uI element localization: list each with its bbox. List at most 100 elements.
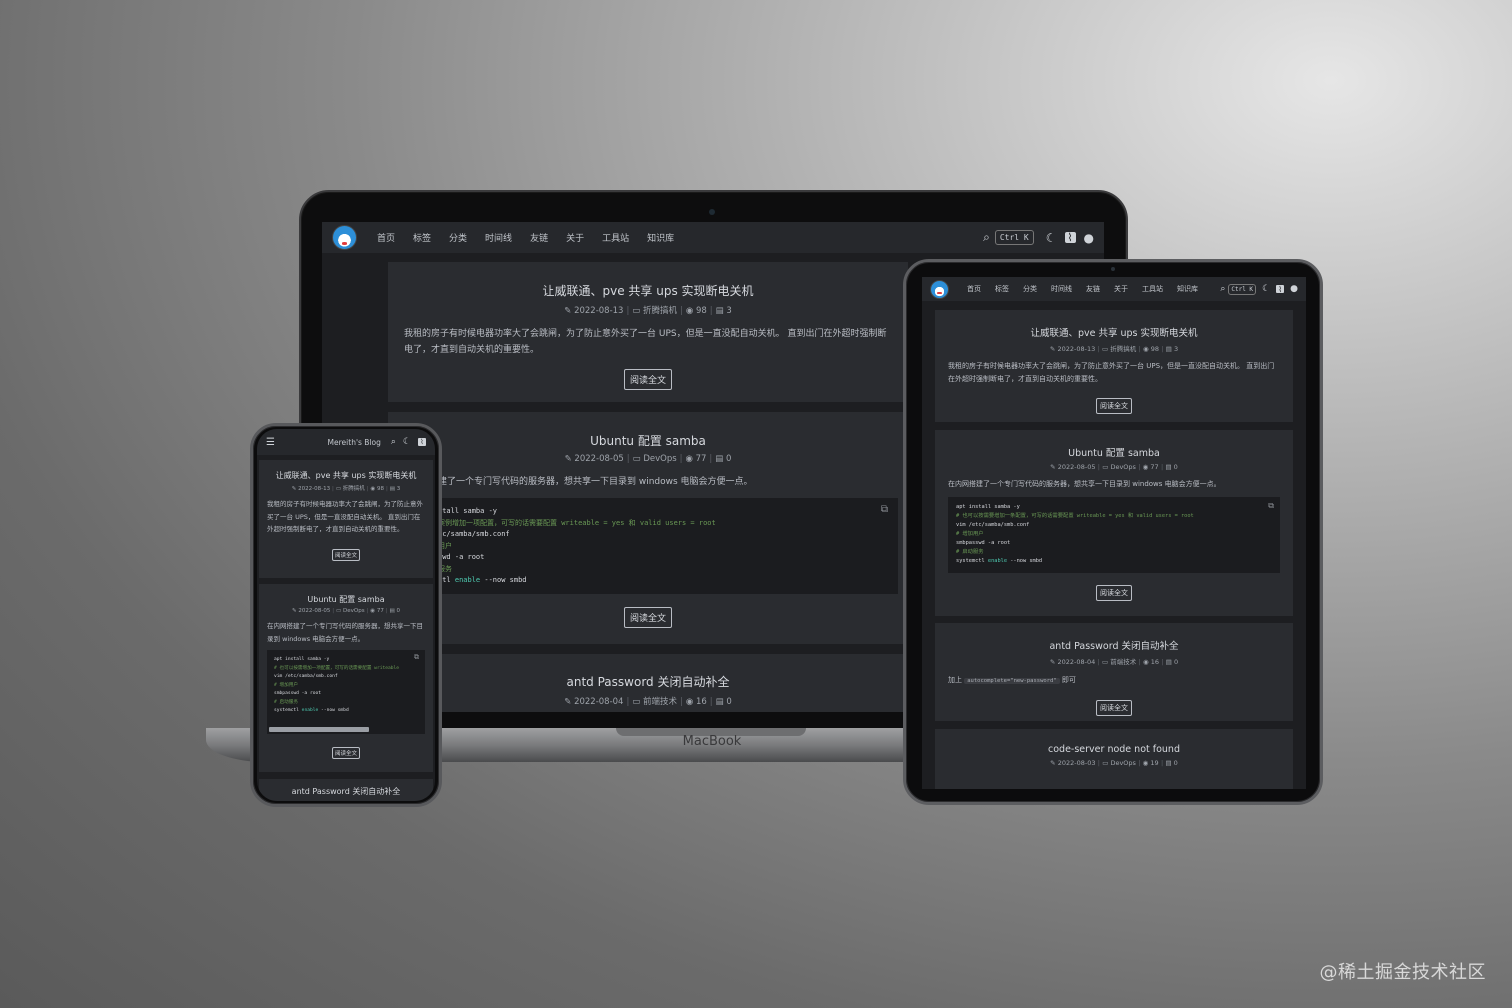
search-icon[interactable]: ⌕ [1220,284,1225,294]
post-category[interactable]: DevOps [1110,759,1135,767]
search-icon[interactable]: ⌕ [983,230,990,245]
edit-icon: ✎ [1050,759,1056,767]
code-scrollbar[interactable] [269,727,369,732]
post-meta: ✎ 2022-08-05 | ▭ DevOps | ◉ 77 | ▤ 0 [564,454,732,464]
watermark: @稀土掘金技术社区 [1319,962,1486,983]
code-comment: 用户 [438,541,452,550]
post-meta: ✎ 2022-08-13 | ▭ 折腾搞机 | ◉ 98 | ▤ 3 [1049,345,1179,353]
nav-tools[interactable]: 工具站 [1142,284,1163,294]
nav-wiki[interactable]: 知识库 [1177,284,1198,294]
nav-friends[interactable]: 友链 [530,231,548,244]
post-card: antd Password 关闭自动补全 [259,779,433,801]
rss-icon[interactable]: ⌇ [418,438,426,446]
post-category[interactable]: 折腾搞机 [643,306,677,316]
folder-icon: ▭ [632,697,641,707]
post-date: 2022-08-13 [574,306,624,316]
post-meta: ✎ 2022-08-04 | ▭ 前端技术 | ◉ 16 | ▤ 0 [1049,658,1179,666]
post-title[interactable]: code-server node not found [935,744,1293,755]
copy-icon[interactable]: ⧉ [881,504,888,516]
nav-categories[interactable]: 分类 [449,231,467,244]
post-category[interactable]: DevOps [643,454,676,464]
post-category[interactable]: 折腾搞机 [343,486,365,492]
comment-icon: ▤ [715,697,724,707]
post-title[interactable]: Ubuntu 配置 samba [935,445,1293,459]
eye-icon: ◉ [370,486,376,492]
eye-icon: ◉ [1142,658,1149,666]
post-title[interactable]: 让威联通、pve 共享 ups 实现断电关机 [935,325,1293,339]
user-icon[interactable]: ● [1084,231,1094,245]
post-title[interactable]: 让威联通、pve 共享 ups 实现断电关机 [259,470,433,481]
read-more-button[interactable]: 阅读全文 [623,607,672,628]
read-more-button[interactable]: 阅读全文 [623,369,672,390]
edit-icon: ✎ [292,608,297,614]
nav-about[interactable]: 关于 [566,231,584,244]
rss-icon[interactable]: ⌇ [1064,231,1076,244]
edit-icon: ✎ [1050,463,1056,471]
moon-icon[interactable]: ☾ [1262,284,1270,294]
inline-code: autocomplete="new-password" [964,678,1060,684]
code-comment: # 也可以按需要增加一条配置，可写的话需要配置 writeable = yes … [956,513,1194,519]
tablet-navbar: 首页 标签 分类 时间线 友链 关于 工具站 知识库 ⌕ Ctrl K ☾ ⌇ … [922,277,1306,301]
post-category[interactable]: 折腾搞机 [1110,345,1136,353]
read-more-button[interactable]: 阅读全文 [1096,585,1132,601]
post-title[interactable]: antd Password 关闭自动补全 [935,638,1293,652]
comment-icon: ▤ [715,306,724,316]
folder-icon: ▭ [1102,463,1109,471]
post-comments: 3 [726,306,732,316]
post-category[interactable]: DevOps [1110,463,1135,471]
edit-icon: ✎ [1049,658,1056,666]
nav-about[interactable]: 关于 [1114,284,1128,294]
post-category[interactable]: DevOps [343,608,365,614]
post-card: antd Password 关闭自动补全 ✎ 2022-08-04 | ▭ 前端技术… [935,623,1293,721]
rss-icon[interactable]: ⌇ [1276,285,1285,294]
nav-categories[interactable]: 分类 [1023,284,1037,294]
post-views: 98 [1150,345,1159,353]
menu-icon[interactable]: ☰ [266,437,275,448]
post-excerpt: 在内网搭建了一个专门写代码的服务器，想共享一下目录到 windows 电脑会方便… [948,480,1221,488]
read-more-button[interactable]: 阅读全文 [331,747,360,759]
read-more-button[interactable]: 阅读全文 [331,548,360,561]
post-views: 77 [695,454,707,464]
post-category[interactable]: 前端技术 [643,697,677,707]
post-views: 16 [1150,658,1159,666]
nav-tags[interactable]: 标签 [995,284,1009,294]
site-avatar[interactable] [930,279,949,299]
copy-icon[interactable]: ⧉ [1268,501,1274,510]
comment-icon: ▤ [1165,463,1172,471]
code-line: smbpasswd -a root [956,540,1011,546]
nav-home[interactable]: 首页 [377,231,395,244]
post-title[interactable]: Ubuntu 配置 samba [388,432,908,449]
post-title[interactable]: antd Password 关闭自动补全 [259,786,433,797]
moon-icon[interactable]: ☾ [403,437,411,447]
site-avatar[interactable] [332,225,357,250]
nav-friends[interactable]: 友链 [1086,284,1100,294]
post-category[interactable]: 前端技术 [1110,658,1136,666]
phone-navbar: ☰ Mereith's Blog ⌕ ☾ ⌇ [257,429,435,455]
nav-home[interactable]: 首页 [967,284,981,294]
post-comments: 0 [1173,463,1178,471]
post-meta: ✎ 2022-08-13 | ▭ 折腾搞机 | ◉ 98 | ▤ 3 [564,306,732,316]
code-block: stall samba -y 案例增加一项配置，可写的话需要配置 writeab… [398,498,898,594]
post-title[interactable]: 让威联通、pve 共享 ups 实现断电关机 [388,282,908,299]
laptop-brand: MacBook [682,734,742,749]
post-title[interactable]: antd Password 关闭自动补全 [388,673,908,690]
read-more-button[interactable]: 阅读全文 [1096,700,1132,716]
site-title[interactable]: Mereith's Blog [328,438,381,447]
nav-tags[interactable]: 标签 [413,231,431,244]
nav-timeline[interactable]: 时间线 [1051,284,1072,294]
post-date: 2022-08-13 [1057,345,1096,353]
user-icon[interactable]: ● [1290,284,1298,294]
nav-wiki[interactable]: 知识库 [647,231,674,244]
search-shortcut[interactable]: Ctrl K [1228,283,1257,295]
nav-tools[interactable]: 工具站 [602,231,629,244]
nav-timeline[interactable]: 时间线 [485,231,512,244]
moon-icon[interactable]: ☾ [1046,231,1057,245]
post-title[interactable]: Ubuntu 配置 samba [259,594,433,605]
code-comment: 服务 [438,564,452,573]
search-icon[interactable]: ⌕ [391,437,396,447]
search-shortcut[interactable]: Ctrl K [994,230,1034,245]
read-more-button[interactable]: 阅读全文 [1096,398,1132,414]
post-excerpt: 我租的房子有时候电器功率大了会跳闸，为了防止意外买了一台 UPS，但是一直没配自… [948,362,1275,383]
copy-icon[interactable]: ⧉ [414,653,419,662]
post-meta: ✎ 2022-08-04 | ▭ 前端技术 | ◉ 16 | ▤ 0 [564,697,732,707]
